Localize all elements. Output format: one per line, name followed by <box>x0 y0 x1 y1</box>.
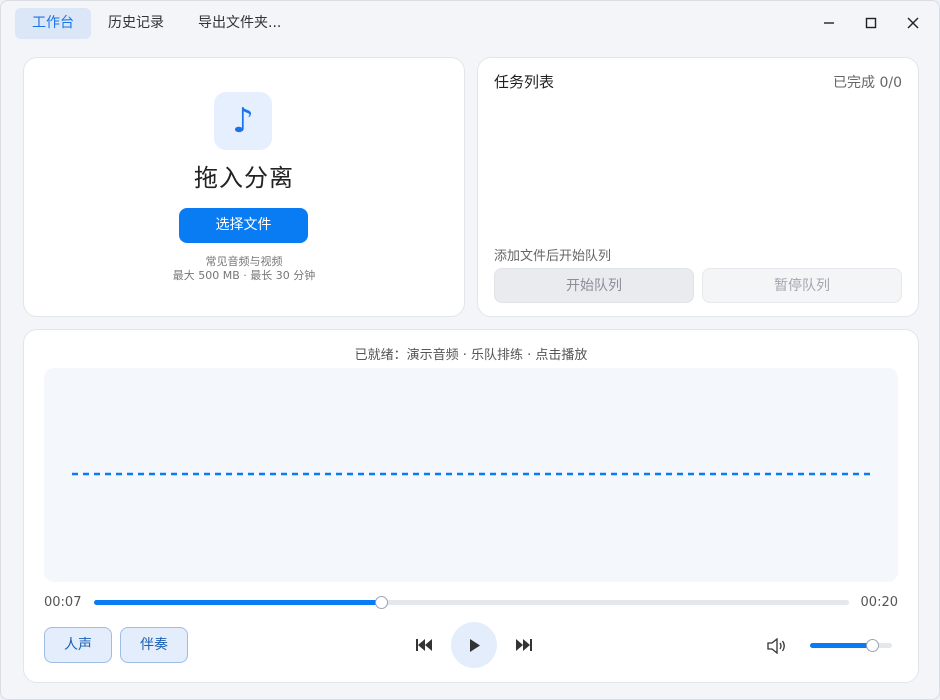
music-note-icon: ♪ <box>214 92 272 150</box>
waveform-area[interactable] <box>44 368 898 582</box>
accompaniment-track-button[interactable]: 伴奏 <box>120 627 188 663</box>
seek-progress <box>94 600 381 605</box>
task-list-card: 任务列表 已完成 0/0 添加文件后开始队列 开始队列 暂停队列 <box>477 57 919 317</box>
current-time: 00:07 <box>44 595 82 610</box>
seek-slider[interactable] <box>94 596 849 609</box>
player-card: 已就绪：演示音频 · 乐队排练 · 点击播放 00:07 00:20 人声 伴奏 <box>23 329 919 683</box>
vocal-track-button[interactable]: 人声 <box>44 627 112 663</box>
volume-handle[interactable] <box>865 639 879 652</box>
drop-zone-card[interactable]: ♪ 拖入分离 选择文件 常见音频与视频 最大 500 MB · 最长 30 分钟 <box>23 57 465 317</box>
player-status: 已就绪：演示音频 · 乐队排练 · 点击播放 <box>354 348 588 363</box>
pause-queue-button[interactable]: 暂停队列 <box>702 268 902 303</box>
volume-slider[interactable] <box>810 639 892 652</box>
skip-next-icon[interactable] <box>512 633 536 657</box>
play-icon[interactable] <box>451 622 497 668</box>
tab-workbench[interactable]: 工作台 <box>15 8 91 39</box>
drop-title: 拖入分离 <box>194 164 294 192</box>
start-queue-button[interactable]: 开始队列 <box>494 268 694 303</box>
minimize-icon[interactable] <box>815 9 843 37</box>
maximize-icon[interactable] <box>857 9 885 37</box>
task-list-title: 任务列表 <box>494 73 555 91</box>
volume-icon[interactable] <box>766 635 788 657</box>
skip-previous-icon[interactable] <box>412 633 436 657</box>
volume-level <box>810 643 872 648</box>
waveform-baseline <box>72 472 874 476</box>
total-time: 00:20 <box>860 595 898 610</box>
tab-export-folder[interactable]: 导出文件夹... <box>181 8 298 39</box>
completed-count: 已完成 0/0 <box>833 75 902 91</box>
seek-handle[interactable] <box>374 596 388 609</box>
nav-tabs: 工作台 历史记录 导出文件夹... <box>15 8 298 39</box>
choose-file-button[interactable]: 选择文件 <box>179 208 308 243</box>
tab-history[interactable]: 历史记录 <box>91 8 181 39</box>
size-limit-hint: 最大 500 MB · 最长 30 分钟 <box>172 269 316 282</box>
queue-hint: 添加文件后开始队列 <box>494 249 612 264</box>
app-window: 工作台 历史记录 导出文件夹... ♪ 拖入分离 选择文件 常见音频与视频 最大… <box>0 0 940 700</box>
close-icon[interactable] <box>899 9 927 37</box>
